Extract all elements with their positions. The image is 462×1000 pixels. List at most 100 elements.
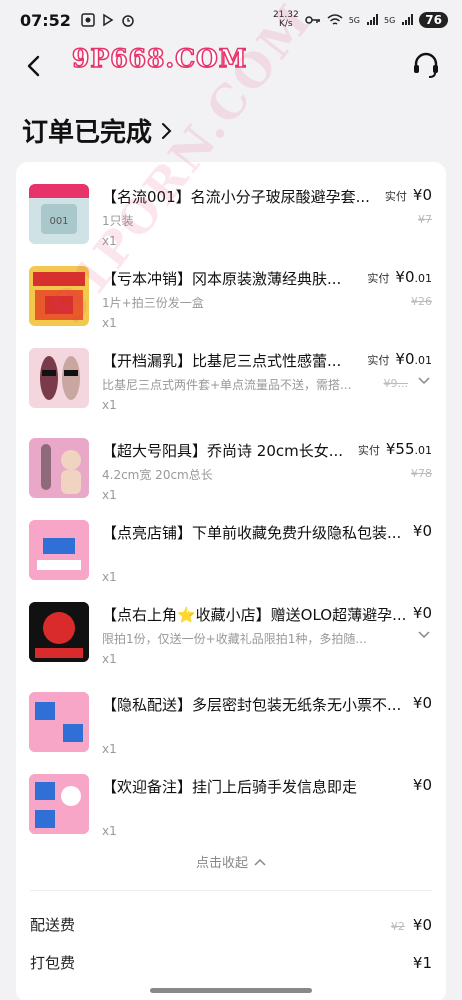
price-label: 实付 <box>384 190 407 203</box>
price-value: ¥0 <box>413 186 432 204</box>
signal-5g-label-2: 5G <box>384 15 396 25</box>
product-thumbnail <box>29 348 89 408</box>
product-title: 【亏本冲销】冈本原装激薄经典肤... <box>102 270 342 288</box>
hotspot-icon <box>103 13 114 27</box>
order-item[interactable]: 【亏本冲销】冈本原装激薄经典肤... 实付 ¥0.01 1片+拍三份发一盒 ¥2… <box>16 264 446 346</box>
price-cents: .01 <box>414 444 433 457</box>
original-price: ¥26 <box>411 295 432 308</box>
price-value: ¥0.01 <box>395 268 432 286</box>
price-cents: .01 <box>414 272 433 285</box>
product-spec: 比基尼三点式两件套+单点流量品不送，需搭... <box>102 378 352 392</box>
price-main: ¥55 <box>385 440 415 458</box>
alarm-icon <box>122 15 134 27</box>
price-paid: ¥0 <box>413 694 432 712</box>
order-item[interactable]: 【欢迎备注】挂门上后骑手发信息即走 ¥0 x1 <box>16 772 446 854</box>
price-label: 实付 <box>367 354 390 367</box>
original-price: ¥78 <box>411 467 432 480</box>
product-title: 【点右上角⭐收藏小店】赠送OLO超薄避孕... <box>102 606 407 624</box>
net-speed: 21.32 K/s <box>273 11 299 29</box>
product-title: 【名流001】名流小分子玻尿酸避孕套... <box>102 188 370 206</box>
price-main: ¥0 <box>412 694 432 712</box>
back-arrow-icon[interactable] <box>20 52 48 80</box>
order-items-card: 001 【名流001】名流小分子玻尿酸避孕套... 实付 ¥0 1只装 ¥7 x… <box>16 162 446 1000</box>
price-paid: ¥0 <box>413 522 432 540</box>
fee-amount: ¥2 ¥0 <box>391 916 432 934</box>
product-thumbnail: 001 <box>29 184 89 244</box>
watermark-logo: 9P668.COM <box>71 43 248 74</box>
price-main: ¥0 <box>395 268 415 286</box>
price-paid: 实付 ¥0.01 <box>367 268 432 286</box>
product-quantity: x1 <box>102 652 117 666</box>
fee-label: 打包费 <box>30 954 76 972</box>
product-thumbnail <box>29 774 89 834</box>
svg-text:001: 001 <box>49 216 68 227</box>
price-main: ¥0 <box>412 776 432 794</box>
product-quantity: x1 <box>102 234 117 248</box>
price-value: ¥0 <box>413 694 432 712</box>
order-status-title[interactable]: 订单已完成 <box>22 112 174 149</box>
product-quantity: x1 <box>102 742 117 756</box>
order-item[interactable]: 【隐私配送】多层密封包装无纸条无小票不... ¥0 x1 <box>16 690 446 772</box>
product-title: 【隐私配送】多层密封包装无纸条无小票不... <box>102 696 402 714</box>
price-value: ¥55.01 <box>386 440 432 458</box>
product-thumbnail <box>29 602 89 662</box>
price-cents: .01 <box>414 354 433 367</box>
home-indicator[interactable] <box>150 988 312 993</box>
price-main: ¥0 <box>395 350 415 368</box>
product-spec: 1片+拍三份发一盒 <box>102 296 204 310</box>
product-title: 【点亮店铺】下单前收藏免费升级隐私包装... <box>102 524 402 542</box>
price-main: ¥0 <box>412 186 432 204</box>
packing-fee-row: 打包费 ¥1 <box>30 952 432 973</box>
status-time: 07:52 <box>20 10 71 30</box>
signal-bars-icon <box>367 14 378 25</box>
original-price: ¥7 <box>418 213 432 226</box>
product-spec: 1只装 <box>102 214 134 228</box>
product-quantity: x1 <box>102 316 117 330</box>
status-bar: 07:52 21.32 K/s 5G 5G 76 <box>0 0 462 40</box>
collapse-label: 点击收起 <box>195 856 248 871</box>
order-item[interactable]: 【点右上角⭐收藏小店】赠送OLO超薄避孕... ¥0 限拍1份，仅送一份+收藏礼… <box>16 600 446 682</box>
product-title: 【开档漏乳】比基尼三点式性感蕾... <box>102 352 342 370</box>
order-item[interactable]: 【点亮店铺】下单前收藏免费升级隐私包装... ¥0 x1 <box>16 518 446 600</box>
product-thumbnail <box>29 266 89 326</box>
chevron-right-icon <box>162 122 172 139</box>
status-right: 21.32 K/s 5G 5G 76 <box>273 11 448 29</box>
signal-5g-label-1: 5G <box>348 15 360 25</box>
fee-original: ¥2 <box>390 919 405 933</box>
product-spec: 4.2cm宽 20cm总长 <box>102 468 213 482</box>
product-quantity: x1 <box>102 824 117 838</box>
battery-level: 76 <box>419 12 448 28</box>
price-paid: 实付 ¥0 <box>385 186 432 204</box>
price-value: ¥0 <box>413 604 432 622</box>
chevron-up-icon <box>254 858 266 866</box>
nav-bar: 9P668.COM <box>0 40 462 92</box>
order-item[interactable]: 001 【名流001】名流小分子玻尿酸避孕套... 实付 ¥0 1只装 ¥7 x… <box>16 182 446 264</box>
delivery-fee-row: 配送费 ¥2 ¥0 <box>30 914 432 935</box>
status-notification-icons <box>81 13 135 27</box>
fee-label: 配送费 <box>30 916 76 934</box>
price-value: ¥0 <box>413 522 432 540</box>
fee-value: ¥1 <box>412 953 432 972</box>
price-paid: 实付 ¥0.01 <box>367 350 432 368</box>
chevron-down-icon[interactable] <box>416 372 432 388</box>
chevron-down-icon[interactable] <box>416 626 432 642</box>
price-main: ¥0 <box>412 604 432 622</box>
product-spec: 限拍1份，仅送一份+收藏礼品限拍1种，多拍随... <box>102 632 367 646</box>
product-title: 【超大号阳具】乔尚诗 20cm长女... <box>102 442 344 460</box>
page-title: 订单已完成 <box>22 118 153 148</box>
price-value: ¥0.01 <box>395 350 432 368</box>
order-item[interactable]: 【开档漏乳】比基尼三点式性感蕾... 实付 ¥0.01 比基尼三点式两件套+单点… <box>16 346 446 428</box>
order-item[interactable]: 【超大号阳具】乔尚诗 20cm长女... 实付 ¥55.01 4.2cm宽 20… <box>16 436 446 518</box>
collapse-button[interactable]: 点击收起 <box>16 852 446 871</box>
product-quantity: x1 <box>102 398 117 412</box>
screen-capture-icon <box>81 13 95 27</box>
customer-service-icon[interactable] <box>410 50 442 82</box>
fee-value: ¥0 <box>412 915 432 934</box>
fee-amount: ¥1 <box>413 954 432 972</box>
price-paid: 实付 ¥55.01 <box>358 440 432 458</box>
product-thumbnail <box>29 520 89 580</box>
product-thumbnail <box>29 438 89 498</box>
product-quantity: x1 <box>102 488 117 502</box>
signal-bars-icon <box>402 14 414 25</box>
net-speed-unit: K/s <box>279 19 293 29</box>
